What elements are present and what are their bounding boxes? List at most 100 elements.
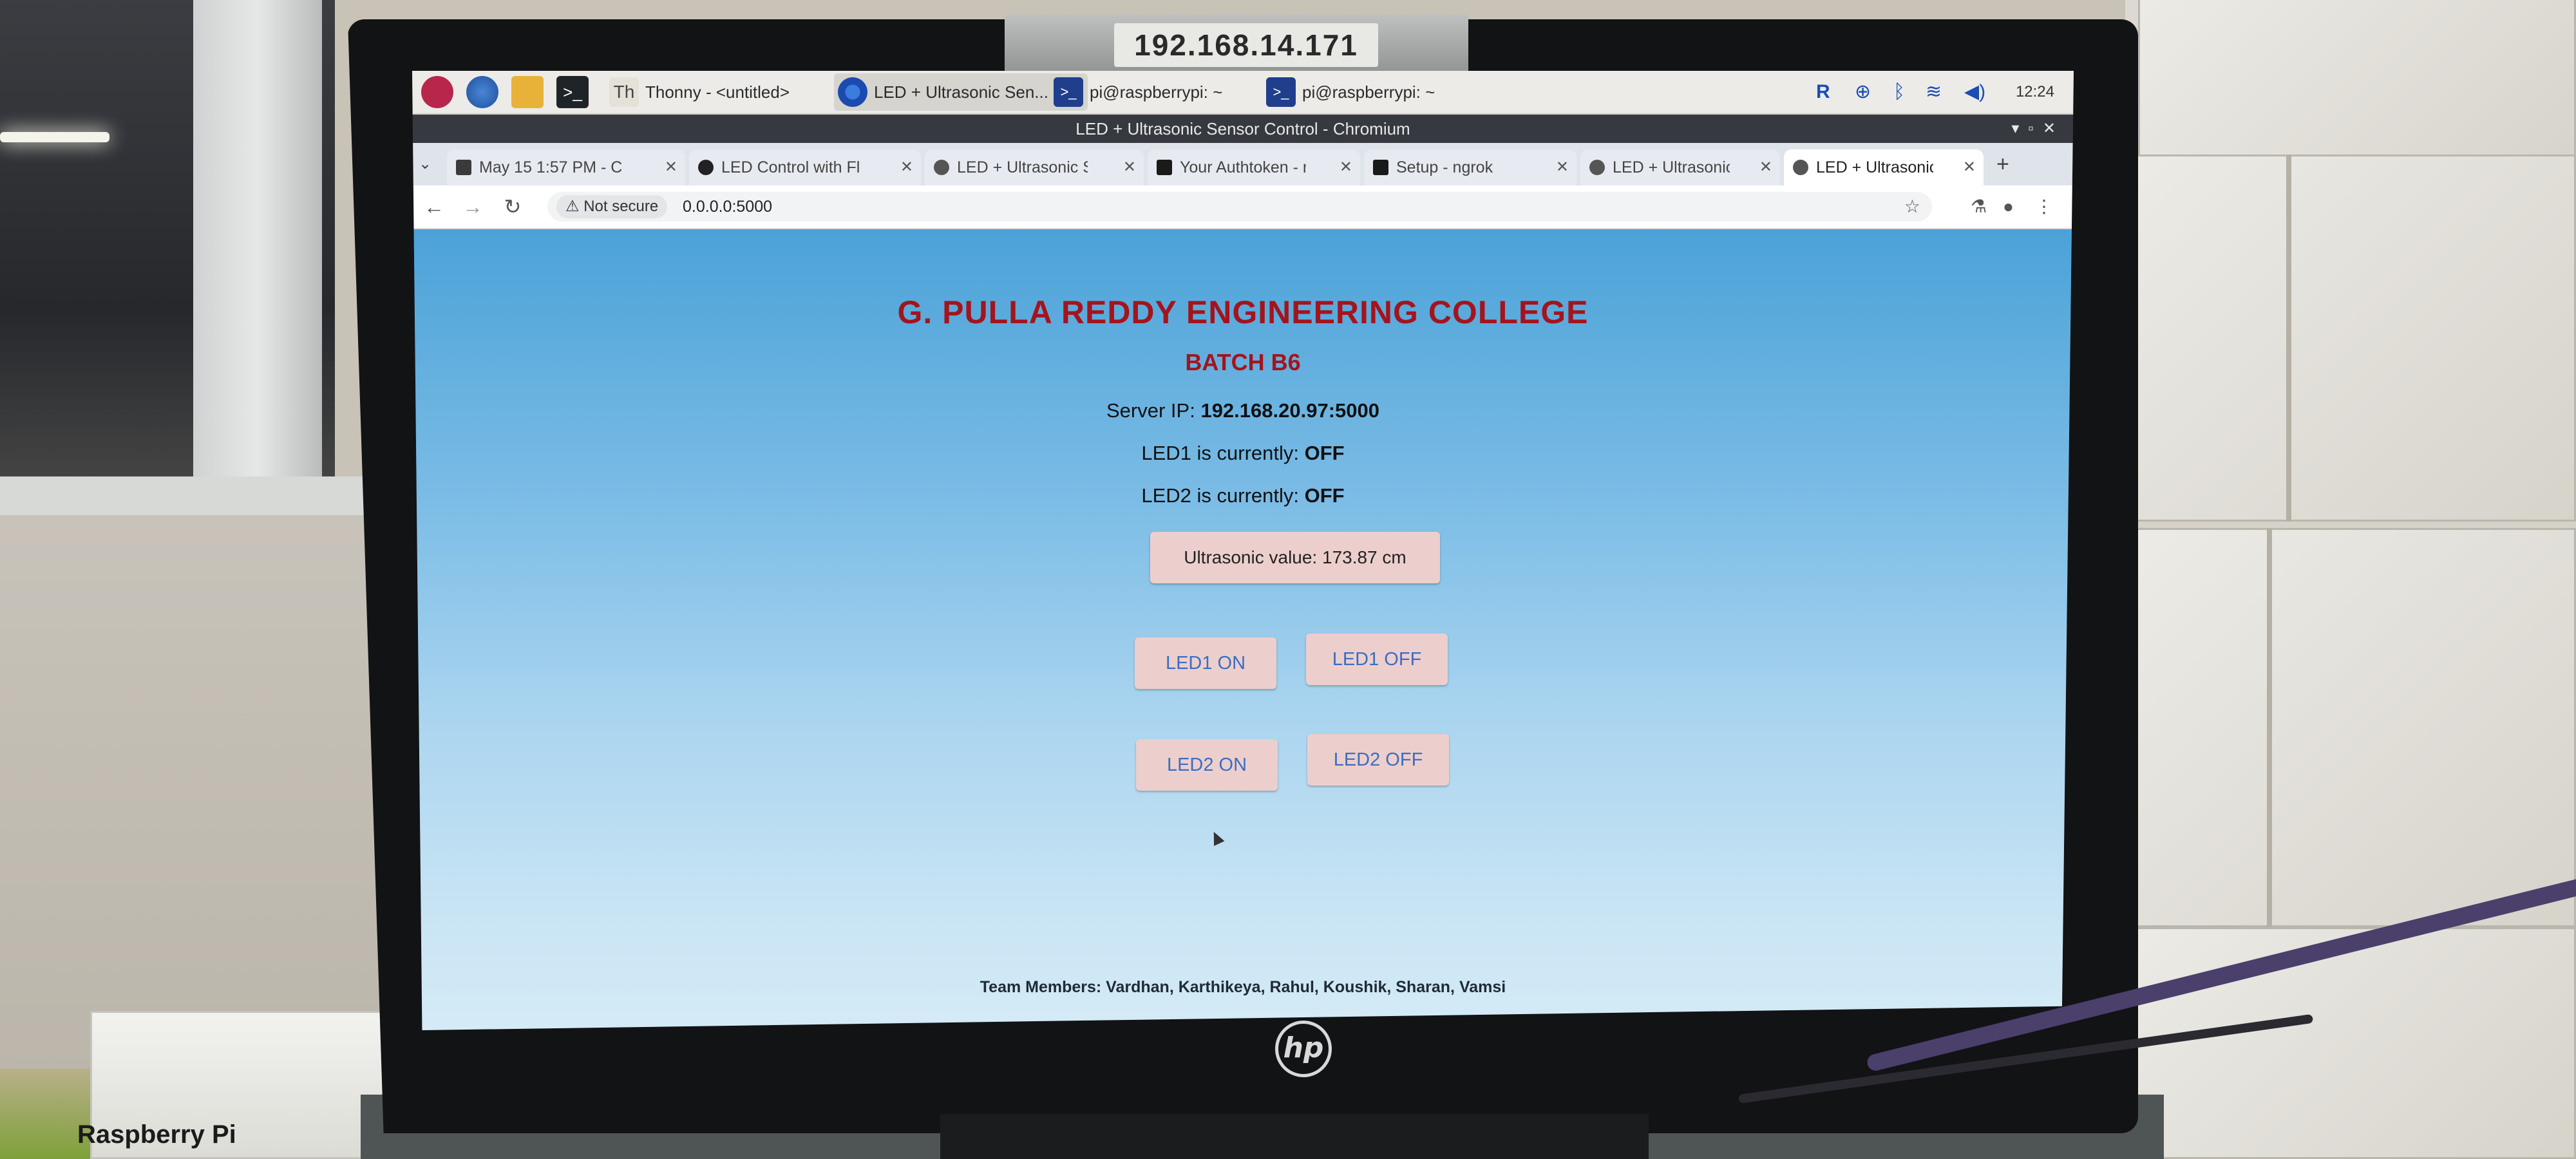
window-titlebar: LED + Ultrasonic Sensor Control - Chromi…: [412, 115, 2074, 143]
labs-icon[interactable]: ⚗: [1971, 194, 1987, 219]
tab-label: May 15 1:57 PM - C: [479, 158, 623, 176]
globe-icon: [1589, 160, 1605, 175]
window-sill: [0, 476, 386, 519]
new-tab-button[interactable]: +: [1996, 152, 2009, 177]
tab-led-ultrasonic-active[interactable]: LED + Ultrasonic Se ✕: [1784, 149, 1984, 185]
taskbar-item-label: Thonny - <untitled>: [645, 82, 790, 102]
led2-status-line: LED2 is currently: OFF: [412, 484, 2074, 507]
server-ip-value: 192.168.20.97:5000: [1200, 399, 1379, 422]
bluetooth-icon[interactable]: ᛒ: [1893, 80, 1905, 104]
tab-ngrok-setup[interactable]: Setup - ngrok ✕: [1364, 149, 1577, 185]
close-tab-icon[interactable]: ✕: [1123, 149, 1136, 185]
tab-label: LED + Ultrasonic Se: [957, 158, 1088, 176]
led2-off-button[interactable]: LED2 OFF: [1307, 734, 1449, 786]
tab-search-icon[interactable]: ⌄: [419, 155, 431, 173]
screen: >_ Th Thonny - <untitled> LED + Ultrason…: [412, 71, 2074, 1030]
clock: 12:24: [2015, 83, 2054, 100]
close-tab-icon[interactable]: ✕: [900, 149, 913, 185]
ngrok-icon: [1157, 160, 1172, 175]
tab-led-ultrasonic-2[interactable]: LED + Ultrasonic Se ✕: [1580, 149, 1780, 185]
github-icon: [698, 160, 714, 175]
cardboard-box: [2138, 0, 2576, 180]
taskbar: >_ Th Thonny - <untitled> LED + Ultrason…: [412, 71, 2074, 115]
window-frame: [193, 0, 322, 515]
taskbar-item-label: pi@raspberrypi: ~: [1090, 82, 1223, 102]
cardboard-box: [2132, 528, 2576, 927]
address-bar[interactable]: ⚠ Not secure 0.0.0.0:5000 ☆: [547, 192, 1932, 221]
tab-label: LED + Ultrasonic Se: [1613, 158, 1730, 176]
security-label: Not secure: [583, 198, 659, 215]
close-tab-icon[interactable]: ✕: [665, 149, 677, 185]
forward-icon[interactable]: →: [460, 193, 486, 220]
close-icon[interactable]: ✕: [2043, 120, 2065, 137]
led1-off-button[interactable]: LED1 OFF: [1306, 634, 1448, 685]
ip-sticker: 192.168.14.171: [1114, 23, 1378, 67]
led2-status-label: LED2 is currently:: [1141, 484, 1299, 507]
led2-on-button[interactable]: LED2 ON: [1136, 739, 1278, 791]
led1-status-line: LED1 is currently: OFF: [412, 442, 2074, 465]
tab-label: Your Authtoken - n: [1180, 158, 1306, 176]
monitor-stand: [940, 1114, 1649, 1159]
realvnc-icon[interactable]: R: [1816, 80, 1830, 104]
browser-toolbar: ← → ↻ ⚠ Not secure 0.0.0.0:5000 ☆ ⚗ ● ⋮: [412, 185, 2074, 229]
window-title: LED + Ultrasonic Sensor Control - Chromi…: [1075, 119, 1410, 138]
chromium-icon: [838, 77, 867, 107]
meet-icon: [456, 160, 471, 175]
folder-icon[interactable]: [511, 76, 544, 108]
tab-ngrok-authtoken[interactable]: Your Authtoken - n ✕: [1148, 149, 1360, 185]
tab-strip: ⌄ May 15 1:57 PM - C ✕ LED Control with …: [412, 143, 2074, 185]
mouse-cursor: [1208, 829, 1225, 846]
taskbar-item-label: LED + Ultrasonic Sen...: [874, 82, 1048, 102]
green-object: [0, 1069, 90, 1159]
web-page: G. PULLA REDDY ENGINEERING COLLEGE BATCH…: [412, 229, 2074, 1030]
close-tab-icon[interactable]: ✕: [1963, 149, 1976, 185]
taskbar-item-label: pi@raspberrypi: ~: [1302, 82, 1435, 102]
taskbar-item-terminal-2[interactable]: >_ pi@raspberrypi: ~: [1262, 73, 1495, 111]
bookmark-star-icon[interactable]: ☆: [1904, 192, 1920, 221]
led1-on-button[interactable]: LED1 ON: [1135, 637, 1276, 689]
ultrasonic-value-box: Ultrasonic value: 173.87 cm: [1150, 532, 1440, 583]
terminal-icon: >_: [1266, 77, 1296, 107]
ceiling-light: [0, 132, 109, 142]
taskbar-item-terminal-1[interactable]: >_ pi@raspberrypi: ~: [1050, 73, 1283, 111]
reload-icon[interactable]: ↻: [500, 193, 526, 220]
thonny-icon: Th: [609, 77, 639, 107]
tab-led-control-flask[interactable]: LED Control with Fl ✕: [689, 149, 921, 185]
server-ip-line: Server IP: 192.168.20.97:5000: [412, 399, 2074, 422]
tab-label: LED + Ultrasonic Se: [1816, 158, 1933, 176]
tab-led-ultrasonic-1[interactable]: LED + Ultrasonic Se ✕: [925, 149, 1144, 185]
hp-logo: hp: [1275, 1021, 1332, 1077]
raspberry-pi-box-label: Raspberry Pi: [77, 1120, 236, 1149]
minimize-icon[interactable]: ▾: [2011, 120, 2028, 137]
globe-icon: [1793, 160, 1808, 175]
window-controls: ▾▫✕: [2011, 115, 2065, 143]
url-text: 0.0.0.0:5000: [683, 198, 773, 216]
led1-status-value: OFF: [1304, 442, 1345, 464]
warning-icon: ⚠: [565, 198, 580, 215]
team-members-footer: Team Members: Vardhan, Karthikeya, Rahul…: [980, 978, 1506, 996]
box-seam: [2267, 528, 2272, 927]
globe-icon: [934, 160, 949, 175]
raspberry-menu-icon[interactable]: [421, 76, 453, 108]
ngrok-icon: [1373, 160, 1388, 175]
tab-meet[interactable]: May 15 1:57 PM - C ✕: [447, 149, 685, 185]
cardboard-box: [2125, 155, 2576, 522]
profile-icon[interactable]: ●: [2003, 194, 2014, 219]
terminal-icon[interactable]: >_: [556, 76, 589, 108]
maximize-icon[interactable]: ▫: [2028, 120, 2043, 137]
menu-icon[interactable]: ⋮: [2035, 194, 2053, 219]
updater-icon[interactable]: ⊕: [1855, 80, 1871, 104]
close-tab-icon[interactable]: ✕: [1340, 149, 1352, 185]
taskbar-item-thonny[interactable]: Th Thonny - <untitled>: [605, 73, 838, 111]
wifi-icon[interactable]: ≋: [1926, 80, 1942, 104]
close-tab-icon[interactable]: ✕: [1759, 149, 1772, 185]
led1-status-label: LED1 is currently:: [1141, 442, 1299, 464]
cardboard-box: [2125, 927, 2576, 1159]
close-tab-icon[interactable]: ✕: [1556, 149, 1569, 185]
volume-icon[interactable]: ◀): [1964, 80, 1985, 104]
batch-heading: BATCH B6: [1185, 349, 1301, 375]
security-chip[interactable]: ⚠ Not secure: [556, 195, 668, 218]
back-icon[interactable]: ←: [421, 193, 447, 220]
led2-status-value: OFF: [1304, 484, 1345, 507]
browser-icon[interactable]: [466, 76, 498, 108]
